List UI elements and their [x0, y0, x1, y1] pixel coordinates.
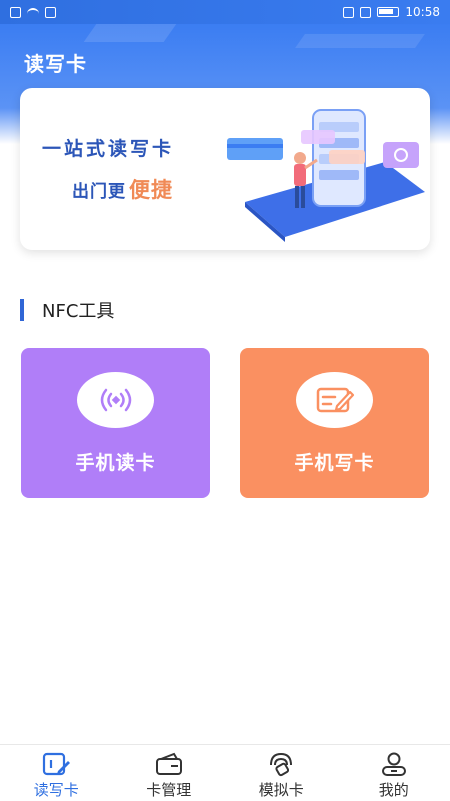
mute-icon [360, 6, 372, 18]
tab-simulate-card[interactable]: 模拟卡 [231, 745, 331, 800]
bottom-tab-bar: 读写卡 卡管理 模拟卡 我的 [0, 744, 450, 801]
wallet-icon [155, 752, 182, 775]
banner-subline-highlight: 便捷 [129, 178, 173, 202]
write-card-label: 手机写卡 [294, 452, 375, 474]
read-card-label: 手机读卡 [75, 452, 156, 474]
banner-subline: 出门更 便捷 [72, 174, 173, 204]
banner-headline: 一站式读写卡 [42, 138, 175, 160]
tab-read-write[interactable]: 读写卡 [6, 745, 106, 800]
read-write-icon [43, 752, 71, 776]
nfc-status-icon [343, 6, 355, 18]
tab-label: 我的 [378, 781, 409, 799]
tab-label: 模拟卡 [258, 781, 304, 799]
notification-icon [10, 6, 21, 18]
banner-subline-prefix: 出门更 [72, 182, 126, 202]
section-indicator [20, 299, 24, 321]
tab-label: 卡管理 [146, 781, 192, 799]
simulate-card-icon [270, 752, 293, 777]
status-bar: 10:58 [0, 0, 450, 24]
app-notification-icon [45, 6, 56, 18]
write-card-button[interactable]: 手机写卡 [240, 348, 429, 498]
battery-icon [377, 7, 400, 17]
edit-card-icon [296, 372, 373, 428]
status-time: 10:58 [405, 5, 440, 19]
section-title: NFC工具 [42, 301, 115, 322]
nfc-signal-icon [77, 372, 154, 428]
wifi-icon [27, 7, 39, 17]
banner-illustration [227, 109, 425, 242]
promo-banner[interactable]: 一站式读写卡 出门更 便捷 [20, 88, 430, 250]
read-card-button[interactable]: 手机读卡 [21, 348, 210, 498]
section-header: NFC工具 [20, 297, 114, 323]
tab-label: 读写卡 [33, 781, 79, 799]
page-title: 读写卡 [24, 52, 87, 76]
user-icon [381, 752, 406, 776]
tab-card-management[interactable]: 卡管理 [119, 745, 219, 800]
tab-profile[interactable]: 我的 [344, 745, 444, 800]
